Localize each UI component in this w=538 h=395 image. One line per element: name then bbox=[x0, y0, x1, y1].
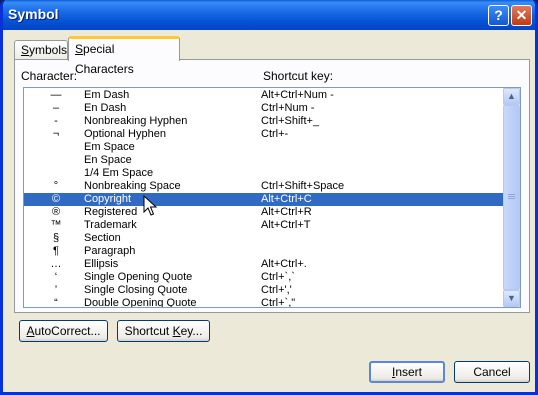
symbol-glyph: ® bbox=[51, 206, 61, 218]
list-item[interactable]: ™ Trademark Alt+Ctrl+T bbox=[24, 219, 504, 232]
shortcut-key: Ctrl+`,` bbox=[261, 271, 295, 283]
list-item[interactable]: — Em Dash Alt+Ctrl+Num - bbox=[24, 89, 504, 102]
list-item[interactable]: ¶ Paragraph bbox=[24, 245, 504, 258]
insert-button[interactable]: Insert bbox=[369, 361, 445, 383]
shortcut-key: Alt+Ctrl+Num - bbox=[261, 89, 334, 101]
list-item[interactable]: En Space bbox=[24, 154, 504, 167]
special-characters-panel: Character: Shortcut key: “ Double Opening… bbox=[14, 59, 530, 313]
shortcut-key-accel: K bbox=[172, 324, 181, 338]
list-item[interactable]: © Copyright Alt+Ctrl+C bbox=[24, 193, 504, 206]
list-item[interactable]: … Ellipsis Alt+Ctrl+. bbox=[24, 258, 504, 271]
mouse-cursor-icon bbox=[143, 195, 157, 216]
character-name: Em Dash bbox=[84, 89, 130, 101]
title-bar[interactable]: Symbol ? ✕ bbox=[3, 0, 535, 30]
character-name: Double Opening Quote bbox=[84, 297, 197, 308]
list-item[interactable]: ® Registered Alt+Ctrl+R bbox=[24, 206, 504, 219]
character-name: En Dash bbox=[84, 102, 127, 114]
tab-symbols-accel: S bbox=[21, 43, 30, 57]
character-name: Section bbox=[84, 232, 121, 244]
symbol-glyph: ¬ bbox=[52, 128, 60, 140]
shortcut-key: Alt+Ctrl+C bbox=[261, 193, 312, 205]
list-item[interactable]: ’ Single Closing Quote Ctrl+',' bbox=[24, 284, 504, 297]
symbol-glyph: ‘ bbox=[54, 271, 58, 283]
scroll-down-button[interactable]: ▼ bbox=[503, 290, 520, 307]
symbol-glyph: § bbox=[52, 232, 60, 244]
list-item[interactable]: - Nonbreaking Hyphen Ctrl+Shift+_ bbox=[24, 115, 504, 128]
tab-special-characters[interactable]: Special Characters bbox=[68, 36, 180, 76]
character-name: Nonbreaking Hyphen bbox=[84, 115, 188, 127]
symbol-glyph: ° bbox=[53, 180, 59, 192]
character-name: Registered bbox=[84, 206, 138, 218]
character-name: Copyright bbox=[84, 193, 132, 205]
symbol-glyph: ¶ bbox=[53, 245, 59, 257]
shortcut-key: Alt+Ctrl+. bbox=[261, 258, 307, 270]
list-item[interactable]: – En Dash Ctrl+Num - bbox=[24, 102, 504, 115]
tab-special-accel: S bbox=[75, 42, 84, 56]
shortcut-key: Alt+Ctrl+R bbox=[261, 206, 312, 218]
symbol-glyph: – bbox=[52, 102, 60, 114]
symbol-dialog: Symbol ? ✕ Symbols Special Characters Ch… bbox=[0, 0, 538, 395]
shortcut-key: Ctrl+- bbox=[261, 128, 289, 140]
shortcut-key: Alt+Ctrl+T bbox=[261, 219, 311, 231]
list-item[interactable]: 1/4 Em Space bbox=[24, 167, 504, 180]
symbol-glyph: © bbox=[51, 193, 61, 205]
character-name: Single Opening Quote bbox=[84, 271, 193, 283]
list-item[interactable]: ‘ Single Opening Quote Ctrl+`,` bbox=[24, 271, 504, 284]
autocorrect-button[interactable]: AutoCorrect... bbox=[19, 320, 108, 342]
shortcut-key-button[interactable]: Shortcut Key... bbox=[117, 320, 210, 342]
symbol-glyph: ’ bbox=[54, 284, 58, 296]
shortcut-key: Ctrl+Shift+Space bbox=[261, 180, 345, 192]
shortcut-key-label-pre: Shortcut bbox=[124, 324, 173, 338]
help-button[interactable]: ? bbox=[488, 5, 509, 26]
scroll-up-button[interactable]: ▲ bbox=[503, 88, 520, 105]
character-name: Single Closing Quote bbox=[84, 284, 188, 296]
character-name: En Space bbox=[84, 154, 132, 166]
vertical-scrollbar[interactable]: ▲ ▼ bbox=[503, 88, 520, 307]
character-name: Nonbreaking Space bbox=[84, 180, 181, 192]
tab-symbols-label: ymbols bbox=[29, 43, 68, 57]
list-item[interactable]: § Section bbox=[24, 232, 504, 245]
window-title: Symbol bbox=[8, 6, 59, 22]
character-name: Trademark bbox=[84, 219, 137, 231]
list-item[interactable]: ° Nonbreaking Space Ctrl+Shift+Space bbox=[24, 180, 504, 193]
symbol-glyph: ™ bbox=[50, 219, 62, 231]
thumb-grip bbox=[508, 198, 515, 199]
symbol-glyph: — bbox=[50, 89, 62, 101]
scroll-thumb[interactable] bbox=[503, 105, 520, 290]
character-column-header: Character: bbox=[21, 69, 78, 83]
close-button[interactable]: ✕ bbox=[511, 5, 532, 26]
symbol-glyph: … bbox=[50, 258, 62, 270]
shortcut-key: Ctrl+Shift+_ bbox=[261, 115, 320, 127]
special-character-list[interactable]: “ Double Opening Quote Ctrl+`," ’ Single Clo… bbox=[23, 87, 521, 308]
thumb-grip bbox=[508, 196, 515, 197]
shortcut-key-label: ey... bbox=[180, 324, 203, 338]
character-name: Paragraph bbox=[84, 245, 136, 257]
shortcut-column-header: Shortcut key: bbox=[263, 69, 334, 83]
cancel-button[interactable]: Cancel bbox=[454, 361, 530, 383]
autocorrect-label: utoCorrect... bbox=[34, 324, 101, 338]
tab-symbols[interactable]: Symbols bbox=[14, 40, 68, 60]
shortcut-key: Ctrl+',' bbox=[261, 284, 292, 296]
character-name: Em Space bbox=[84, 141, 135, 153]
shortcut-key: Ctrl+Num - bbox=[261, 102, 315, 114]
symbol-glyph: “ bbox=[54, 297, 58, 308]
character-name: 1/4 Em Space bbox=[84, 167, 154, 179]
thumb-grip bbox=[508, 194, 515, 195]
list-item[interactable]: Em Space bbox=[24, 141, 504, 154]
list-item[interactable]: “ Double Opening Quote Ctrl+`," bbox=[24, 297, 504, 308]
tab-special-label: pecial Characters bbox=[75, 42, 134, 76]
insert-label: nsert bbox=[395, 365, 423, 379]
shortcut-key: Ctrl+`," bbox=[261, 297, 296, 308]
symbol-glyph: - bbox=[54, 115, 58, 127]
character-name: Optional Hyphen bbox=[84, 128, 166, 140]
list-item[interactable]: ¬ Optional Hyphen Ctrl+- bbox=[24, 128, 504, 141]
character-name: Ellipsis bbox=[84, 258, 119, 270]
